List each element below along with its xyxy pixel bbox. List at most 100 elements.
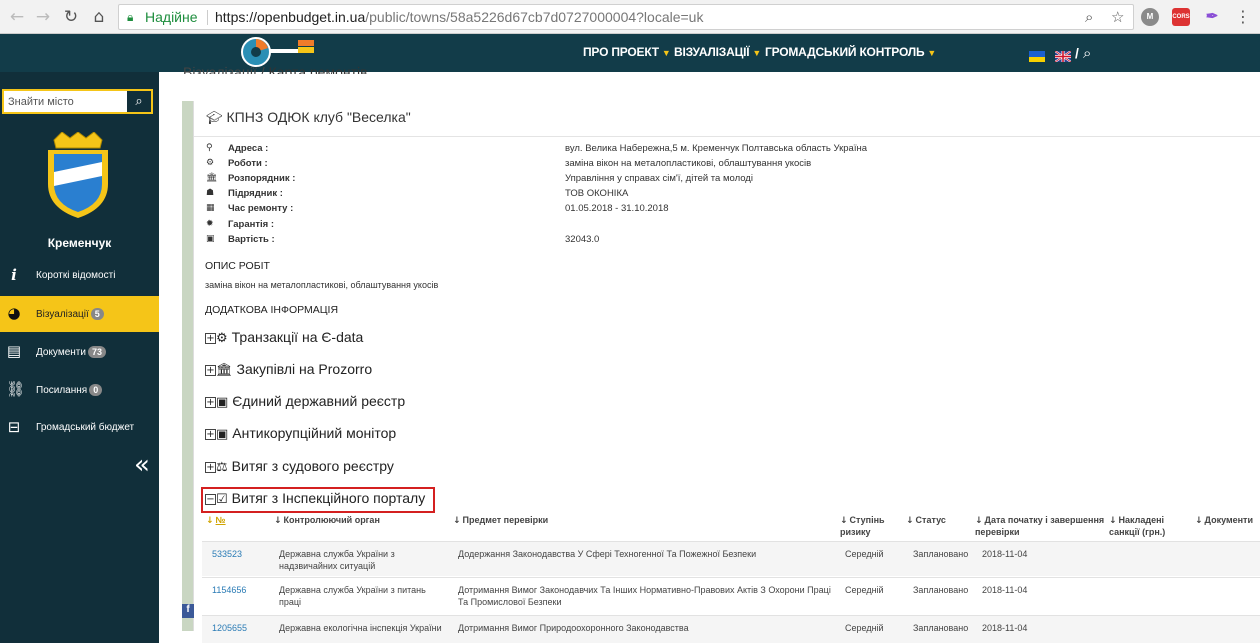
graduation-cap-icon: 🎓︎: [206, 111, 223, 126]
url-text[interactable]: https://openbudget.in.ua/public/towns/58…: [215, 9, 703, 25]
sidebar-item-public-budget[interactable]: ⊟ Громадський бюджет: [0, 410, 159, 446]
sidebar-item-links[interactable]: ⛓ Посилання 0: [0, 372, 159, 408]
caret-down-icon: ▼: [927, 48, 937, 58]
cell-date: 2018-11-04: [982, 549, 1028, 559]
uk-flag-icon[interactable]: [1055, 51, 1071, 62]
field-address: ⚲ Адреса : вул. Велика Набережна,5 м. Кр…: [206, 143, 867, 154]
extension-feather-icon[interactable]: ✒: [1203, 8, 1221, 26]
certificate-icon: ✹: [206, 219, 214, 229]
extension-cors-icon[interactable]: CORS: [1172, 8, 1190, 26]
lang-separator: /: [1075, 45, 1079, 61]
collapse-icon: −: [205, 494, 216, 505]
bookmark-star-icon[interactable]: ☆: [1111, 8, 1124, 26]
zoom-icon[interactable]: ⌕: [1085, 8, 1093, 26]
ukraine-flag-icon[interactable]: [1029, 51, 1045, 62]
sort-arrow-icon: ↓: [906, 516, 914, 526]
breadcrumb-current[interactable]: Карта ремонтів: [268, 64, 368, 74]
reload-icon[interactable]: ↻: [60, 6, 82, 28]
sort-arrow-icon: ↓: [1195, 516, 1203, 526]
work-description-text: заміна вікон на металопластикові, облашт…: [205, 280, 439, 290]
cell-date: 2018-11-04: [982, 623, 1028, 633]
search-icon[interactable]: ⌕: [127, 91, 151, 112]
field-repair-period: ▦ Час ремонту : 01.05.2018 - 31.10.2018: [206, 203, 669, 214]
sort-arrow-icon: ↓: [453, 516, 461, 526]
object-info-panel: 🎓︎ КПНЗ ОДЮК клуб "Веселка" ⚲ Адреса : ву…: [194, 101, 1260, 643]
cell-status: Заплановано: [913, 549, 969, 559]
money-icon: ▣: [216, 395, 229, 410]
inspection-number-link[interactable]: 1205655: [212, 622, 247, 634]
link-icon: ⛓: [6, 380, 26, 398]
accordion-anticorruption-monitor[interactable]: +▣ Антикорупційний монітор: [205, 425, 396, 447]
sort-arrow-icon: ↓: [206, 516, 214, 526]
money-icon: ▣: [216, 427, 229, 442]
map-marker-icon: ⚲: [206, 143, 213, 153]
map-background[interactable]: [182, 101, 194, 631]
divider: [194, 136, 1260, 137]
table-row: 533523 Державна служба України з надзвич…: [202, 541, 1260, 576]
browser-menu-icon[interactable]: ⋮: [1232, 6, 1254, 28]
ballot-box-icon: ⊟: [7, 418, 21, 436]
sidebar-item-visualizations[interactable]: ◕ Візуалізації 5: [0, 296, 159, 332]
caret-down-icon: ▼: [661, 48, 671, 58]
document-icon: ▤: [6, 342, 22, 360]
cell-risk: Середній: [845, 549, 884, 559]
search-icon[interactable]: ⌕: [1083, 44, 1091, 62]
nav-about[interactable]: ПРО ПРОЕКТ ▼: [583, 45, 671, 59]
caret-down-icon: ▼: [752, 48, 762, 58]
sidebar-item-label: Посилання: [36, 385, 88, 396]
expand-icon: +: [205, 333, 216, 344]
expand-icon: +: [205, 462, 216, 473]
field-manager: 🏛︎ Розпорядник : Управління у справах сі…: [206, 173, 753, 184]
expand-icon: +: [205, 365, 216, 376]
inspection-number-link[interactable]: 1154656: [212, 584, 246, 596]
cell-status: Заплановано: [913, 585, 969, 595]
home-icon[interactable]: ⌂: [88, 6, 110, 28]
column-header-documents[interactable]: ↓ Документи: [1195, 515, 1253, 527]
column-header-status[interactable]: ↓ Статус: [906, 515, 946, 527]
institution-icon: 🏛︎: [206, 173, 218, 183]
inspection-number-link[interactable]: 533523: [212, 548, 242, 560]
facebook-icon[interactable]: f: [182, 604, 194, 618]
city-name: Кременчук: [47, 236, 112, 250]
nav-visualizations[interactable]: ВІЗУАЛІЗАЦІЇ ▼: [674, 45, 761, 59]
accordion-state-register[interactable]: +▣ Єдиний державний реєстр: [205, 393, 405, 415]
cell-organ: Державна служба України з питань праці: [279, 585, 426, 607]
cell-risk: Середній: [845, 585, 884, 595]
forward-arrow-icon[interactable]: →: [32, 6, 54, 28]
field-warranty: ✹ Гарантія :: [206, 219, 275, 230]
pie-chart-icon: ◕: [7, 304, 21, 322]
cell-status: Заплановано: [913, 623, 969, 633]
accordion-edata-transactions[interactable]: +⚙ Транзакції на Є-data: [205, 329, 363, 351]
accordion-inspection-portal[interactable]: −☑ Витяг з Інспекційного порталу: [205, 490, 425, 512]
field-works: ⚙ Роботи : заміна вікон на металопластик…: [206, 158, 812, 169]
collapse-sidebar-icon[interactable]: «: [134, 450, 150, 480]
sidebar-item-label: Короткі відомості: [36, 270, 116, 281]
column-header-subject[interactable]: ↓ Предмет перевірки: [453, 515, 548, 527]
sort-arrow-icon: ↓: [1109, 516, 1117, 526]
city-search: ⌕: [2, 89, 153, 114]
accordion-court-register[interactable]: +⚖ Витяг з судового реєстру: [205, 458, 394, 480]
back-arrow-icon[interactable]: ←: [6, 6, 28, 28]
calendar-icon: ▦: [206, 203, 215, 213]
nav-public-control[interactable]: ГРОМАДСЬКИЙ КОНТРОЛЬ ▼: [765, 45, 936, 59]
field-cost: ▣ Вартість : 32043.0: [206, 234, 600, 245]
sidebar-item-summary[interactable]: i Короткі відомості: [0, 258, 159, 294]
sort-arrow-icon: ↓: [274, 516, 282, 526]
column-header-number[interactable]: ↓ №: [206, 515, 226, 527]
column-header-risk[interactable]: ↓ Ступінь ризику: [840, 515, 898, 538]
count-badge: 0: [89, 384, 103, 396]
address-bar[interactable]: 🔒︎ Надійне https://openbudget.in.ua/publ…: [118, 4, 1134, 30]
sidebar-item-documents[interactable]: ▤ Документи 73: [0, 334, 159, 370]
extension-m-icon[interactable]: M: [1141, 8, 1159, 26]
column-header-date[interactable]: ↓ Дата початку і завершення перевірки: [975, 515, 1109, 538]
city-coat-of-arms-icon: [48, 132, 108, 218]
cell-date: 2018-11-04: [982, 585, 1028, 595]
lock-icon: 🔒︎: [127, 10, 134, 24]
cell-subject: Додержання Законодавства У Сфері Техноге…: [458, 549, 757, 559]
column-header-organ[interactable]: ↓ Контролюючий орган: [274, 515, 380, 527]
sidebar-item-label: Документи: [36, 347, 86, 358]
info-icon: i: [11, 266, 17, 284]
city-search-input[interactable]: [4, 91, 128, 112]
accordion-prozorro-purchases[interactable]: +🏛︎ Закупівлі на Prozorro: [205, 361, 372, 383]
column-header-sanctions[interactable]: ↓ Накладені санкції (грн.): [1109, 515, 1193, 538]
